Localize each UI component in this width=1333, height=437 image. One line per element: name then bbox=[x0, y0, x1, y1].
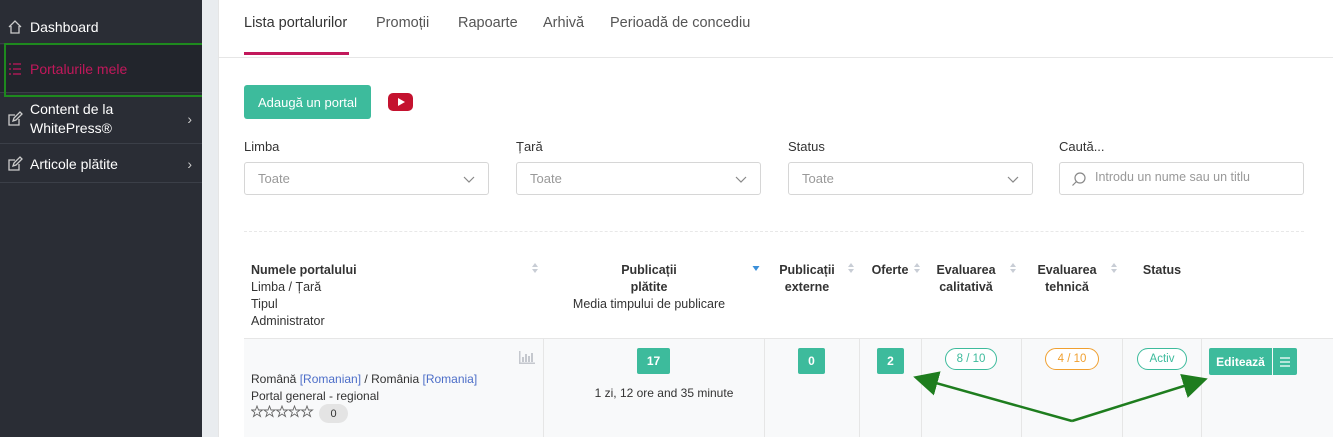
offers-badge[interactable]: 2 bbox=[877, 348, 904, 374]
chevron-down-icon bbox=[463, 176, 475, 183]
header-technical-line2: tehnică bbox=[1045, 280, 1089, 294]
header-technical-rating[interactable]: Evaluarea tehnică bbox=[1027, 262, 1107, 296]
row-menu-button[interactable] bbox=[1273, 348, 1297, 375]
gutter bbox=[202, 0, 218, 437]
chevron-right-icon: › bbox=[187, 110, 192, 127]
stats-icon[interactable] bbox=[519, 351, 535, 364]
header-quality-line1: Evaluarea bbox=[936, 263, 996, 277]
tab-lista-portalurilor[interactable]: Lista portalurilor bbox=[244, 15, 347, 55]
divider bbox=[244, 231, 1304, 232]
language-link[interactable]: [Romanian] bbox=[300, 372, 361, 386]
tab-perioada-de-concediu[interactable]: Perioadă de concediu bbox=[610, 15, 750, 55]
header-quality-rating[interactable]: Evaluarea calitativă bbox=[926, 262, 1006, 296]
chevron-right-icon: › bbox=[187, 155, 192, 172]
country-filter-label: Țară bbox=[516, 139, 543, 154]
sidebar-item-dashboard[interactable]: Dashboard bbox=[0, 10, 202, 44]
edit-button[interactable]: Editează bbox=[1209, 348, 1272, 375]
column-divider bbox=[1122, 338, 1123, 437]
sidebar-item-label: Portalurile mele bbox=[30, 60, 128, 77]
sort-icon[interactable] bbox=[913, 262, 921, 274]
external-publications-badge[interactable]: 0 bbox=[798, 348, 825, 374]
star-rating[interactable] bbox=[251, 405, 315, 418]
sidebar: Dashboard Portalurile mele Content de la… bbox=[0, 0, 202, 437]
header-external-publications[interactable]: Publicații externe bbox=[767, 262, 847, 296]
hamburger-icon bbox=[1280, 356, 1290, 367]
sidebar-item-content-whitepress[interactable]: Content de la WhitePress® › bbox=[0, 94, 202, 144]
tab-arhiva[interactable]: Arhivă bbox=[543, 15, 584, 55]
main-panel: Lista portalurilor Promoții Rapoarte Arh… bbox=[218, 0, 1333, 437]
country-select-value: Toate bbox=[530, 171, 562, 186]
sort-icon[interactable] bbox=[1009, 262, 1017, 274]
sidebar-item-portalurile-mele[interactable]: Portalurile mele bbox=[0, 45, 202, 93]
tab-bar: Lista portalurilor Promoții Rapoarte Arh… bbox=[219, 0, 1333, 58]
add-portal-button[interactable]: Adaugă un portal bbox=[244, 85, 371, 119]
header-quality-line2: calitativă bbox=[939, 280, 993, 294]
edit-icon bbox=[6, 110, 24, 128]
sort-icon[interactable] bbox=[531, 262, 539, 274]
search-filter-label: Caută... bbox=[1059, 139, 1105, 154]
avg-publication-time: 1 zi, 12 ore and 35 minute bbox=[594, 386, 734, 400]
status-select-value: Toate bbox=[802, 171, 834, 186]
header-portal-name-title: Numele portalului bbox=[251, 263, 357, 277]
tab-rapoarte[interactable]: Rapoarte bbox=[458, 15, 518, 55]
status-select[interactable]: Toate bbox=[788, 162, 1033, 195]
language-select[interactable]: Toate bbox=[244, 162, 489, 195]
header-status[interactable]: Status bbox=[1131, 262, 1193, 279]
technical-rating-pill: 4 / 10 bbox=[1045, 348, 1099, 370]
sort-icon[interactable] bbox=[847, 262, 855, 274]
search-icon bbox=[1072, 172, 1086, 186]
country-text: România bbox=[371, 372, 420, 386]
quality-rating-pill: 8 / 10 bbox=[945, 348, 997, 370]
header-external-line2: externe bbox=[784, 280, 830, 294]
chevron-down-icon bbox=[1007, 176, 1019, 183]
column-divider bbox=[1021, 338, 1022, 437]
language-select-value: Toate bbox=[258, 171, 290, 186]
country-link[interactable]: [Romania] bbox=[422, 372, 477, 386]
active-tab-indicator bbox=[244, 52, 349, 55]
header-technical-line1: Evaluarea bbox=[1037, 263, 1097, 277]
list-icon bbox=[6, 60, 24, 78]
header-external-line1: Publicații bbox=[779, 263, 835, 277]
edit-icon bbox=[6, 155, 24, 173]
chevron-down-icon bbox=[735, 176, 747, 183]
sidebar-item-label: Content de la WhitePress® bbox=[30, 100, 114, 136]
language-text: Română bbox=[251, 372, 297, 386]
column-divider bbox=[764, 338, 765, 437]
language-filter-label: Limba bbox=[244, 139, 280, 154]
portal-type: Portal general - regional bbox=[251, 389, 380, 403]
search-box bbox=[1059, 162, 1304, 195]
sidebar-item-articole-platite[interactable]: Articole plătite › bbox=[0, 145, 202, 183]
search-input[interactable] bbox=[1095, 170, 1295, 184]
home-icon bbox=[6, 18, 24, 36]
column-divider bbox=[543, 338, 544, 437]
sort-icon[interactable] bbox=[1110, 262, 1118, 274]
header-administrator: Administrator bbox=[251, 314, 325, 328]
sidebar-item-label: Articole plătite bbox=[30, 155, 118, 172]
header-paid-line2: plătite bbox=[630, 280, 668, 294]
separator-text: / bbox=[364, 372, 368, 386]
column-divider bbox=[1201, 338, 1202, 437]
paid-publications-badge[interactable]: 17 bbox=[637, 348, 670, 374]
youtube-icon[interactable] bbox=[388, 93, 413, 111]
header-offers[interactable]: Oferte bbox=[864, 262, 916, 279]
country-select[interactable]: Toate bbox=[516, 162, 761, 195]
header-type: Tipul bbox=[251, 297, 278, 311]
portal-language-country: Română [Romanian] / România [Romania] bbox=[251, 372, 477, 386]
column-divider bbox=[859, 338, 860, 437]
header-paid-publications[interactable]: Publicații plătite Media timpului de pub… bbox=[559, 262, 739, 313]
sidebar-item-label: Dashboard bbox=[30, 18, 99, 35]
column-divider bbox=[921, 338, 922, 437]
status-filter-label: Status bbox=[788, 139, 825, 154]
header-paid-line1: Publicații bbox=[621, 263, 677, 277]
tab-promotii[interactable]: Promoții bbox=[376, 15, 429, 55]
status-badge: Activ bbox=[1137, 348, 1187, 370]
sort-desc-icon[interactable] bbox=[752, 262, 760, 274]
header-language-country: Limba / Țară bbox=[251, 280, 322, 294]
header-portal-name[interactable]: Numele portalului Limba / Țară Tipul Adm… bbox=[251, 262, 357, 330]
rating-count-badge: 0 bbox=[319, 404, 348, 423]
header-avg-time: Media timpului de publicare bbox=[572, 297, 726, 311]
